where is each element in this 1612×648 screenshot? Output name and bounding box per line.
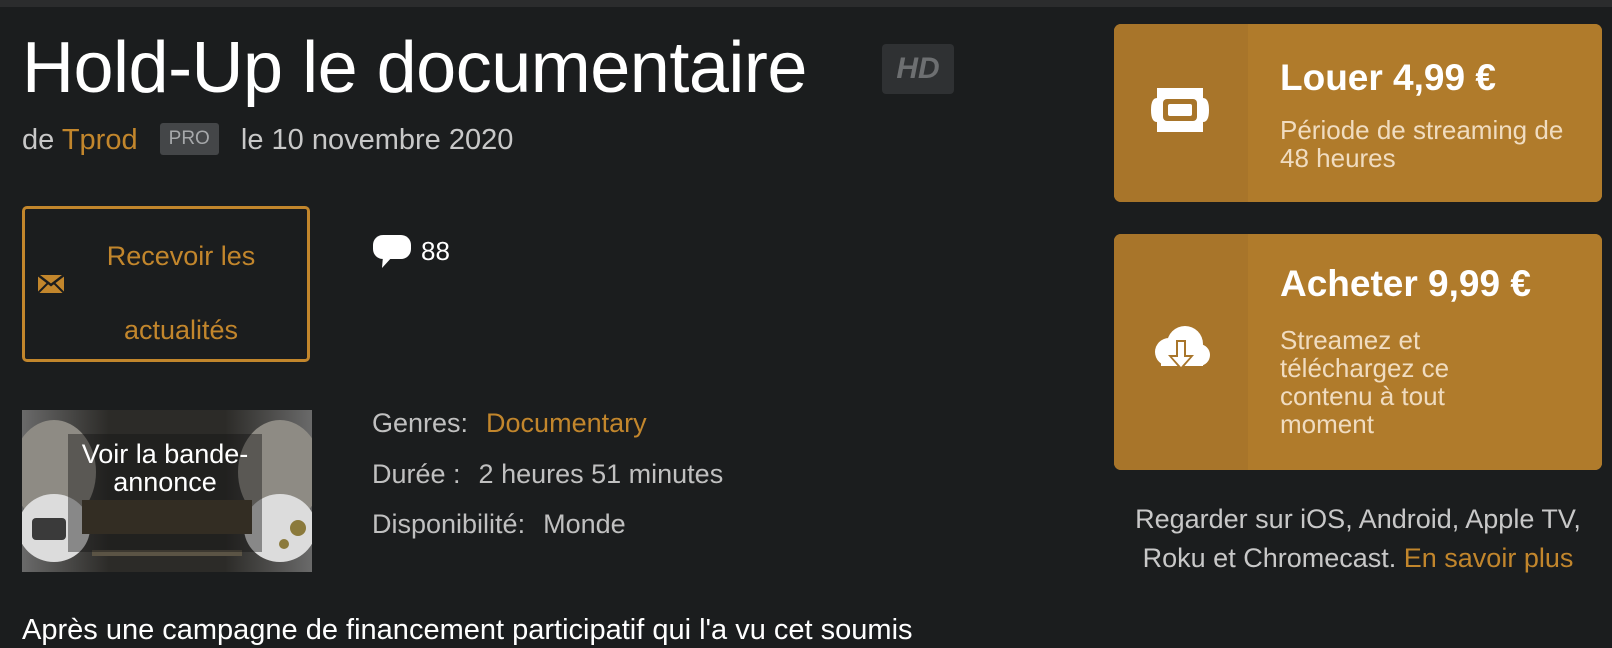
envelope-icon [37, 274, 65, 294]
trailer-label: Voir la bande-annonce [68, 434, 262, 552]
synopsis-text: Après une campagne de financement partic… [22, 614, 913, 646]
author-link[interactable]: Tprod [62, 124, 138, 156]
top-bar [0, 0, 1612, 7]
platforms-info: Regarder sur iOS, Android, Apple TV, Rok… [1114, 500, 1602, 578]
rent-button[interactable]: Louer 4,99 € Période de streaming de 48 … [1114, 24, 1602, 202]
pro-badge: PRO [159, 123, 219, 156]
trailer-thumbnail[interactable]: Voir la bande-annonce [22, 410, 312, 572]
by-prefix: de [22, 124, 55, 156]
buy-description: Streamez et téléchargez ce contenu à tou… [1280, 325, 1450, 439]
buy-icon-pane [1114, 234, 1248, 470]
genres-row: Genres: Documentary [372, 406, 647, 440]
availability-value: Monde [543, 509, 626, 539]
buy-button[interactable]: Acheter 9,99 € Streamez et téléchargez c… [1114, 234, 1602, 470]
genres-label: Genres: [372, 408, 469, 438]
follow-updates-button[interactable]: Recevoir les actualités [22, 206, 310, 362]
genre-link[interactable]: Documentary [486, 408, 647, 438]
rent-icon-pane [1114, 24, 1248, 202]
follow-updates-label: Recevoir les actualités [106, 241, 256, 345]
duration-label: Durée : [372, 459, 461, 489]
page-title: Hold-Up le documentaire [22, 28, 807, 108]
rent-title: Louer 4,99 € [1280, 57, 1496, 98]
ticket-icon [1151, 88, 1209, 132]
availability-row: Disponibilité: Monde [372, 507, 626, 541]
byline: de Tprod PRO le 10 novembre 2020 [22, 122, 513, 158]
release-date: le 10 novembre 2020 [240, 124, 514, 156]
rent-description: Période de streaming de 48 heures [1280, 115, 1564, 173]
rent-text-pane: Louer 4,99 € Période de streaming de 48 … [1248, 24, 1602, 202]
duration-row: Durée : 2 heures 51 minutes [372, 457, 723, 491]
buy-text-pane: Acheter 9,99 € Streamez et téléchargez c… [1248, 234, 1602, 470]
comment-count: 88 [421, 236, 450, 266]
learn-more-link[interactable]: En savoir plus [1404, 543, 1574, 573]
speech-bubble-icon [373, 235, 411, 268]
duration-value: 2 heures 51 minutes [478, 459, 724, 489]
hd-badge: HD [882, 44, 954, 94]
buy-title: Acheter 9,99 € [1280, 263, 1531, 304]
availability-label: Disponibilité: [372, 509, 526, 539]
cloud-download-icon [1155, 326, 1210, 370]
